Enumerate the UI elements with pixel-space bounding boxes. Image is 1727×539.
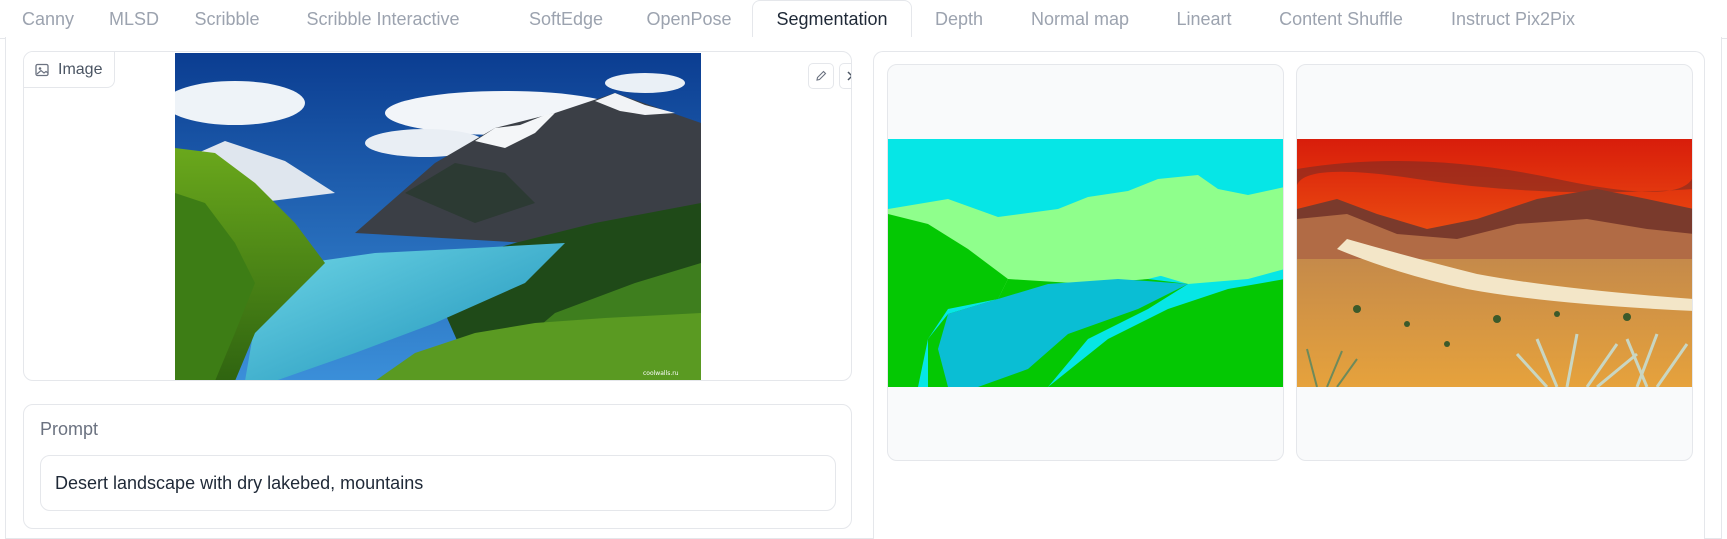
tab-depth[interactable]: Depth — [918, 0, 1000, 38]
input-image: coolwalls.ru — [175, 53, 701, 380]
image-icon — [34, 62, 50, 78]
tab-normal-map[interactable]: Normal map — [1016, 0, 1144, 38]
input-image-card[interactable]: Image coolwalls.ru — [23, 51, 852, 381]
edit-button[interactable] — [808, 63, 834, 89]
pencil-icon — [814, 69, 828, 83]
image-label: Image — [24, 52, 116, 88]
tab-instruct-pix2pix[interactable]: Instruct Pix2Pix — [1440, 0, 1586, 38]
tab-openpose[interactable]: OpenPose — [630, 0, 748, 38]
tab-lineart[interactable]: Lineart — [1160, 0, 1248, 38]
tab-bar: Canny MLSD Scribble Scribble Interactive… — [0, 0, 1727, 39]
gallery-item-generated[interactable] — [1296, 64, 1693, 461]
segmentation-image — [888, 139, 1283, 387]
tab-segmentation[interactable]: Segmentation — [752, 0, 912, 38]
watermark: coolwalls.ru — [643, 370, 679, 377]
close-icon — [845, 69, 851, 83]
clear-button[interactable] — [839, 63, 851, 89]
gallery-item-segmentation[interactable] — [887, 64, 1284, 461]
prompt-card: Prompt Desert landscape with dry lakebed… — [23, 404, 852, 529]
tab-scribble[interactable]: Scribble — [178, 0, 276, 38]
generated-image — [1297, 139, 1692, 387]
image-label-text: Image — [58, 60, 103, 78]
prompt-input[interactable]: Desert landscape with dry lakebed, mount… — [40, 455, 836, 511]
prompt-label: Prompt — [40, 419, 99, 439]
tab-scribble-interactive[interactable]: Scribble Interactive — [290, 0, 476, 38]
tab-mlsd[interactable]: MLSD — [100, 0, 168, 38]
output-gallery — [873, 51, 1705, 539]
tab-canny[interactable]: Canny — [4, 0, 92, 38]
tab-content-shuffle[interactable]: Content Shuffle — [1264, 0, 1418, 38]
tab-softedge[interactable]: SoftEdge — [518, 0, 614, 38]
